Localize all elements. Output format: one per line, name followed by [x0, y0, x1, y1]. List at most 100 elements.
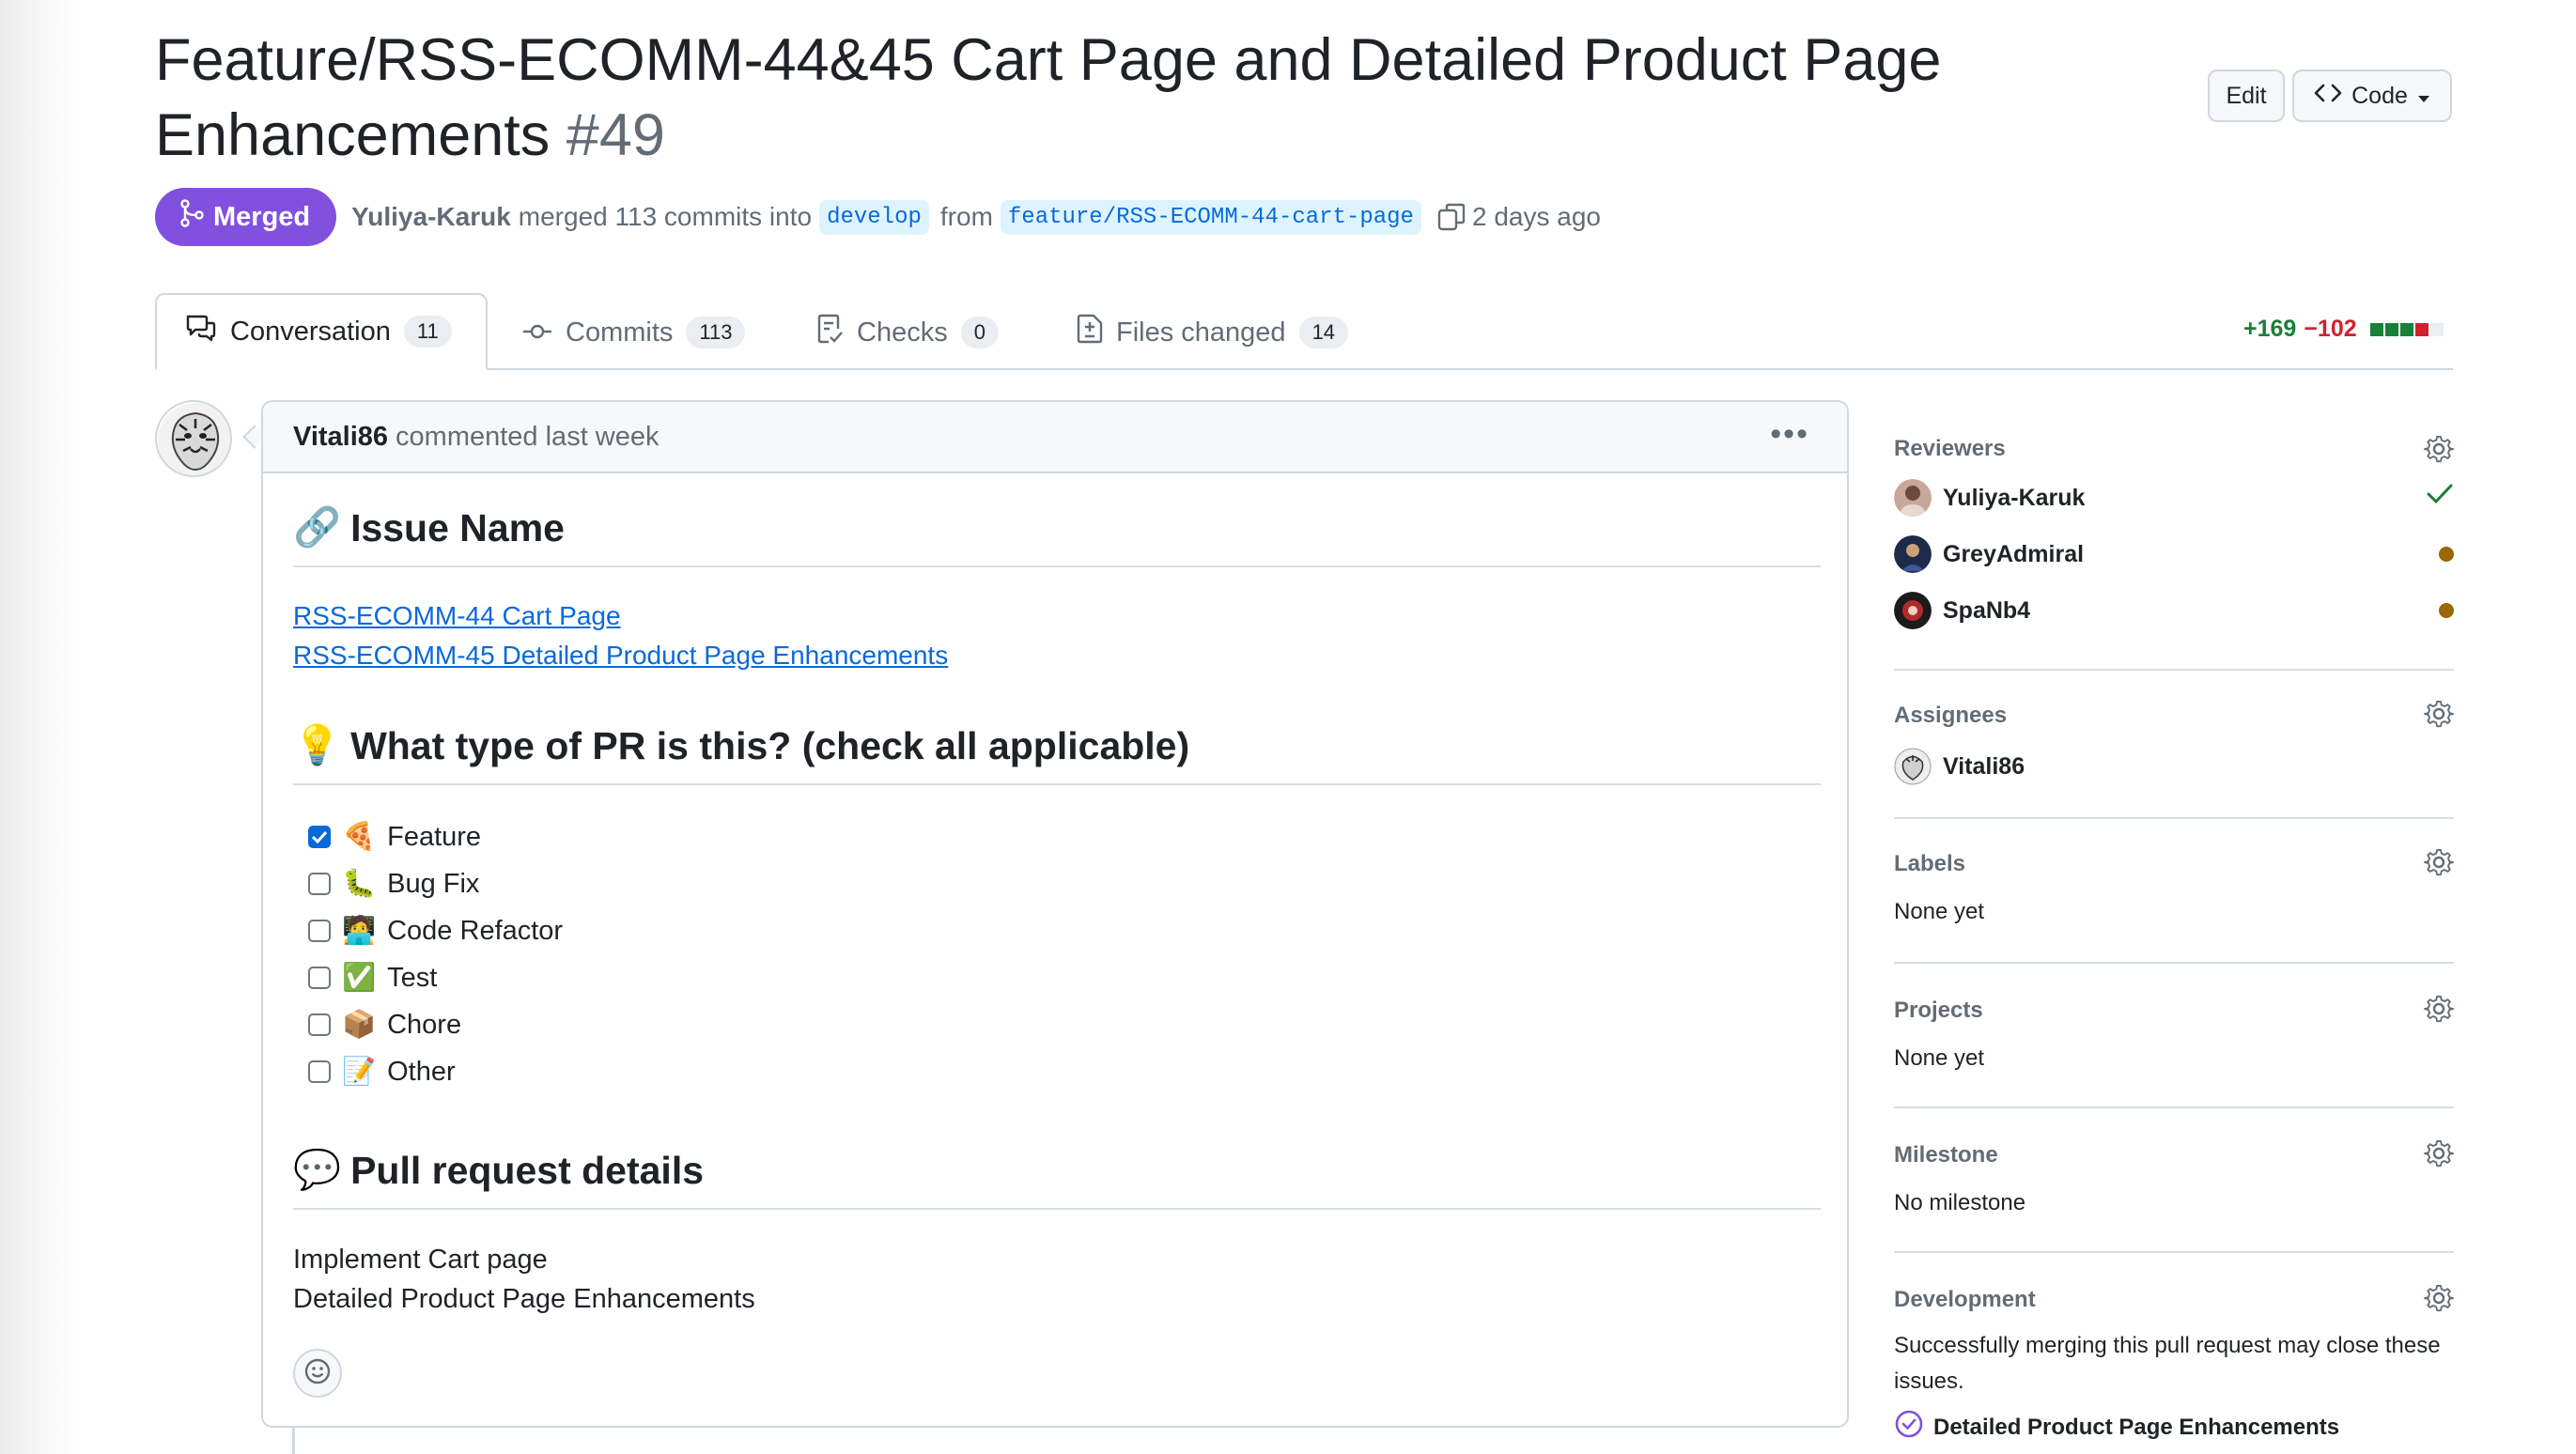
checkbox-unchecked-icon[interactable] — [308, 920, 331, 942]
kebab-horizontal-icon[interactable]: ••• — [1770, 418, 1809, 450]
comment-header: Vitali86 commented last week ••• — [263, 402, 1847, 473]
pr-details-line-2: Detailed Product Page Enhancements — [293, 1284, 755, 1314]
triangle-down-icon — [2417, 83, 2430, 110]
copy-icon[interactable] — [1436, 202, 1466, 232]
diffstat-block — [2414, 322, 2429, 336]
type-emoji: 🍕 — [342, 822, 377, 852]
comment-author-avatar[interactable] — [155, 400, 232, 477]
gear-icon[interactable] — [2424, 994, 2455, 1029]
sidebar-divider — [1894, 669, 2454, 671]
gear-icon[interactable] — [2424, 1138, 2455, 1173]
issue-link-45[interactable]: RSS-ECOMM-45 Detailed Product Page Enhan… — [293, 641, 948, 671]
gear-icon[interactable] — [2424, 434, 2455, 469]
pr-description-comment: Vitali86 commented last week ••• 🔗 Issue… — [261, 400, 1849, 1428]
merged-label: Merged — [213, 201, 311, 232]
milestone-value: No milestone — [1894, 1190, 2026, 1215]
reviewer-name: Yuliya-Karuk — [1943, 484, 2086, 511]
reviewer-yuliya-karuk[interactable]: Yuliya-Karuk — [1894, 479, 2085, 517]
pending-dot-icon — [2439, 547, 2454, 562]
file-diff-icon — [1077, 314, 1103, 351]
projects-value: None yet — [1894, 1045, 1985, 1071]
issue-link-44[interactable]: RSS-ECOMM-44 Cart Page — [293, 601, 621, 631]
assignee-vitali86[interactable]: Vitali86 — [1894, 748, 2025, 785]
add-reaction-button[interactable] — [293, 1349, 342, 1398]
additions-count: +169 — [2243, 316, 2297, 342]
reviewers-heading[interactable]: Reviewers — [1894, 436, 2006, 462]
heading-rule — [293, 783, 1821, 785]
link-emoji-icon: 🔗 — [293, 505, 342, 549]
sidebar-reviewers: Reviewers Yuliya-Karuk GreyAdmiral SpaNb… — [1894, 434, 2455, 659]
type-label: Feature — [387, 821, 482, 852]
pr-number: #49 — [566, 102, 665, 168]
linked-issue[interactable]: Detailed Product Page Enhancements — [1894, 1409, 2339, 1446]
sidebar-divider — [1894, 962, 2454, 964]
reviewer-greyadmiral[interactable]: GreyAdmiral — [1894, 535, 2084, 573]
tab-commits-count: 113 — [686, 317, 746, 348]
diffstat-blocks — [2369, 322, 2444, 336]
type-emoji: 🧑‍💻 — [342, 916, 377, 946]
development-description: Successfully merging this pull request m… — [1894, 1333, 2441, 1394]
checkbox-unchecked-icon[interactable] — [308, 1060, 331, 1083]
projects-heading[interactable]: Projects — [1894, 998, 1983, 1024]
edit-title-button[interactable]: Edit — [2208, 70, 2285, 122]
linked-issue-title: Detailed Product Page Enhancements — [1933, 1414, 2340, 1440]
checkbox-other[interactable]: 📝 Other — [308, 1056, 456, 1088]
issue-closed-icon — [1894, 1409, 1924, 1446]
heading-rule — [293, 565, 1821, 567]
head-branch[interactable]: feature/RSS-ECOMM-44-cart-page — [1000, 199, 1421, 235]
checkbox-unchecked-icon[interactable] — [308, 967, 331, 989]
type-emoji: ✅ — [342, 963, 377, 993]
checkbox-test[interactable]: ✅ Test — [308, 962, 437, 994]
checkbox-code-refactor[interactable]: 🧑‍💻 Code Refactor — [308, 915, 563, 947]
deletions-count: −102 — [2304, 316, 2357, 342]
pr-author-link[interactable]: Yuliya-Karuk — [351, 202, 511, 232]
avatar — [1894, 479, 1932, 517]
assignees-heading[interactable]: Assignees — [1894, 703, 2007, 729]
type-label: Other — [387, 1056, 456, 1087]
development-heading[interactable]: Development — [1894, 1287, 2036, 1313]
heading-rule — [293, 1208, 1821, 1210]
merge-time: 2 days ago — [1471, 202, 1601, 231]
merge-text: merged 113 commits into — [518, 202, 813, 231]
git-commit-icon — [522, 317, 552, 348]
diffstat-block — [2384, 322, 2398, 336]
assignee-name: Vitali86 — [1943, 752, 2025, 780]
base-branch[interactable]: develop — [819, 199, 929, 235]
tab-files-changed[interactable]: Files changed 14 — [1077, 295, 1349, 370]
diffstat-block — [2429, 322, 2444, 336]
gear-icon[interactable] — [2424, 847, 2455, 882]
comment-author[interactable]: Vitali86 — [293, 422, 388, 453]
tab-checks[interactable]: Checks 0 — [815, 295, 999, 370]
pr-title-text: Feature/RSS-ECOMM-44&45 Cart Page and De… — [155, 27, 1942, 168]
code-dropdown-button[interactable]: Code — [2292, 70, 2452, 122]
tab-conversation-label: Conversation — [230, 316, 391, 347]
diffstat-block — [2399, 322, 2413, 336]
pr-details-heading-text: Pull request details — [350, 1148, 705, 1192]
code-icon — [2314, 83, 2342, 110]
milestone-heading[interactable]: Milestone — [1894, 1142, 1998, 1168]
checkbox-unchecked-icon[interactable] — [308, 873, 331, 895]
reviewer-name: GreyAdmiral — [1943, 540, 2085, 567]
gear-icon[interactable] — [2424, 1283, 2455, 1318]
labels-heading[interactable]: Labels — [1894, 851, 1965, 877]
avatar — [1894, 748, 1932, 785]
diffstat-block — [2369, 322, 2383, 336]
gear-icon[interactable] — [2424, 699, 2455, 734]
checkbox-feature[interactable]: 🍕 Feature — [308, 821, 481, 853]
tab-commits[interactable]: Commits 113 — [522, 295, 746, 370]
pr-type-heading-text: What type of PR is this? (check all appl… — [350, 723, 1190, 767]
checkbox-chore[interactable]: 📦 Chore — [308, 1009, 461, 1041]
sidebar-assignees: Assignees Vitali86 — [1894, 699, 2455, 802]
pr-type-heading: 💡 What type of PR is this? (check all ap… — [293, 723, 1189, 768]
reviewer-name: SpaNb4 — [1943, 596, 2031, 624]
reviewer-spanb4[interactable]: SpaNb4 — [1894, 592, 2030, 629]
sidebar-development: Development Successfully merging this pu… — [1894, 1283, 2455, 1454]
type-label: Chore — [387, 1009, 462, 1040]
issue-name-heading: 🔗 Issue Name — [293, 505, 565, 550]
speech-bubble-emoji-icon: 💬 — [293, 1148, 342, 1191]
pr-meta: Merged Yuliya-Karuk merged 113 commits i… — [155, 188, 1608, 246]
checkbox-checked-icon[interactable] — [308, 826, 331, 848]
tab-conversation[interactable]: Conversation 11 — [155, 293, 488, 370]
checkbox-unchecked-icon[interactable] — [308, 1013, 331, 1036]
checkbox-bug-fix[interactable]: 🐛 Bug Fix — [308, 868, 479, 900]
